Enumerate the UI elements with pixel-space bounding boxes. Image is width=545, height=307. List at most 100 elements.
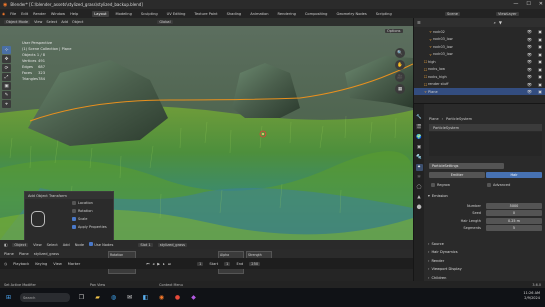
workspace-tab-uv-editing[interactable]: UV Editing [165,11,188,17]
taskbar-search[interactable]: Search [20,293,70,302]
render-tab-icon[interactable]: 🎬 [416,124,423,131]
menu-file[interactable]: File [10,12,16,16]
workspace-tab-scripting[interactable]: Scripting [374,11,394,17]
menu-object[interactable]: Object [72,20,83,24]
menu-window[interactable]: Window [51,12,65,16]
type-hair-button[interactable]: Hair [486,172,542,178]
type-emitter-button[interactable]: Emitter [429,172,485,178]
prev-key-icon[interactable]: ◂ [152,262,154,266]
chrome-icon[interactable]: ● [173,293,182,302]
advanced-checkbox[interactable]: Advanced [487,181,542,188]
start-icon[interactable]: ⊞ [4,293,13,302]
pan-hand-icon[interactable]: ✋ [395,60,405,70]
object-type-selector[interactable]: Object [12,242,29,247]
use-nodes-toggle[interactable]: Use Nodes [89,242,113,247]
emission-panel-header[interactable]: ▾ Emission [428,192,543,199]
particles-tab-icon[interactable]: ✦ [415,164,423,171]
workspace-tab-animation[interactable]: Animation [248,11,270,17]
zoom-icon[interactable]: 🔍 [395,48,405,58]
filter-icon[interactable]: ▼ [499,20,502,25]
workspace-tab-texture-paint[interactable]: Texture Paint [192,11,219,17]
outliner-item[interactable]: ☐ high 👁 ▣ [414,58,545,65]
location-checkbox[interactable]: Location [25,199,113,207]
measure-tool-icon[interactable]: ⌖ [2,100,11,108]
task-view-icon[interactable]: ❐ [77,293,86,302]
menu-select[interactable]: Select [47,243,58,247]
file-explorer-icon[interactable]: ▰ [93,293,102,302]
next-key-icon[interactable]: ▸ [163,262,165,266]
render-camera-icon[interactable]: ▣ [538,74,542,79]
playback-menu[interactable]: Playback [13,262,29,266]
transform-tool-icon[interactable]: ▣ [2,82,11,90]
select-tool-icon[interactable]: ⊹ [2,46,11,54]
outliner-item[interactable]: ☐ render stuff 👁 ▣ [414,81,545,88]
marker-menu[interactable]: Marker [68,262,80,266]
blender-taskbar-icon[interactable]: ◉ [157,293,166,302]
timeline-editor-icon[interactable]: ◷ [4,262,7,266]
tool-tab-icon[interactable]: 🔧 [416,114,423,121]
workspace-tab-rendering[interactable]: Rendering [276,11,298,17]
workspace-tab-layout[interactable]: Layout [92,10,109,17]
outliner-item[interactable]: ▿ Plane 👁 ▣ [414,88,545,95]
system-clock[interactable]: 11:26 AM 2/9/2024 [523,291,540,301]
panel-header[interactable]: › Source [428,240,543,247]
eye-icon[interactable]: 👁 [527,89,532,94]
transform-orientation[interactable]: Global [157,20,173,24]
workspace-tab-modeling[interactable]: Modeling [114,11,134,17]
scale-tool-icon[interactable]: ⤢ [2,73,11,81]
browser-icon[interactable]: ◍ [109,293,118,302]
workspace-tab-compositing[interactable]: Compositing [303,11,330,17]
physics-tab-icon[interactable]: ⚛ [416,174,423,181]
current-frame-field[interactable]: 1 [197,261,204,266]
constraints-tab-icon[interactable]: ◯ [416,184,423,191]
panel-header[interactable]: › Viewport Display [428,266,543,273]
editor-type-icon[interactable]: ◧ [4,243,7,247]
render-camera-icon[interactable]: ▣ [538,89,542,94]
render-camera-icon[interactable]: ▣ [538,29,542,34]
workspace-tab-sculpting[interactable]: Sculpting [139,11,160,17]
close-button[interactable]: ✕ [539,1,543,7]
move-tool-icon[interactable]: ✥ [2,55,11,63]
jump-end-icon[interactable]: ⏭ [168,262,171,266]
eye-icon[interactable]: 👁 [527,29,532,34]
menu-help[interactable]: Help [70,12,78,16]
menu-render[interactable]: Render [33,12,46,16]
media-icon[interactable]: ◆ [189,293,198,302]
eye-icon[interactable]: 👁 [527,37,532,42]
outliner-item[interactable]: ▿ rock03_low 👁 ▣ [414,43,545,50]
menu-add[interactable]: Add [61,20,68,24]
particle-system-list[interactable] [429,132,542,156]
menu-add[interactable]: Add [63,243,70,247]
panel-header[interactable]: › Hair Dynamics [428,249,543,256]
store-icon[interactable]: ◧ [141,293,150,302]
render-camera-icon[interactable]: ▣ [538,67,542,72]
search-icon[interactable]: ⌕ [494,20,496,25]
render-camera-icon[interactable]: ▣ [538,82,542,87]
menu-edit[interactable]: Edit [21,12,28,16]
minimize-button[interactable]: — [513,1,518,7]
menu-select[interactable]: Select [46,20,57,24]
panel-header[interactable]: › Children [428,274,543,281]
workspace-tab-shading[interactable]: Shading [225,11,244,17]
world-tab-icon[interactable]: 🌍 [416,134,423,141]
material-tab-icon[interactable]: ⬤ [416,204,423,211]
render-camera-icon[interactable]: ▣ [538,37,542,42]
options-dropdown[interactable]: Options [385,29,403,33]
start-frame-field[interactable]: 1 [224,261,231,266]
object-tab-icon[interactable]: ▣ [416,144,423,151]
grid-icon[interactable]: ▦ [395,84,405,94]
end-frame-field[interactable]: 250 [249,261,261,266]
eye-icon[interactable]: 👁 [527,67,532,72]
number-field[interactable]: 5000 [486,202,542,209]
particle-settings-selector[interactable]: ParticleSettings [429,163,504,169]
eye-icon[interactable]: 👁 [527,74,532,79]
material-slot-selector[interactable]: Slot 1 [138,242,153,247]
scene-selector[interactable]: Scene [445,11,460,16]
render-camera-icon[interactable]: ▣ [538,44,542,49]
particle-system-list-item[interactable]: ParticleSystem [429,124,542,131]
render-camera-icon[interactable]: ▣ [538,52,542,57]
panel-header[interactable]: › Render [428,257,543,264]
camera-icon[interactable]: 🎥 [395,72,405,82]
outliner-item[interactable]: ▿ rock03_low 👁 ▣ [414,36,545,43]
keying-menu[interactable]: Keying [35,262,47,266]
